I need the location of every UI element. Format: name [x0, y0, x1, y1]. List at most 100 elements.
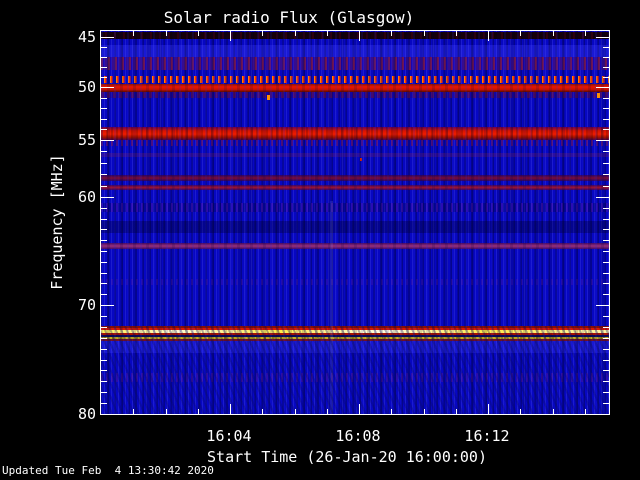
x-major-tick	[488, 404, 489, 414]
x-minor-tick	[166, 409, 167, 414]
x-minor-tick	[553, 409, 554, 414]
y-major-tick	[596, 87, 609, 88]
y-tick-label-60: 60	[0, 188, 96, 206]
y-minor-tick	[603, 403, 609, 404]
y-minor-tick	[603, 174, 609, 175]
x-minor-tick	[198, 409, 199, 414]
y-minor-tick	[101, 229, 107, 230]
x-minor-tick	[585, 409, 586, 414]
solar-radio-spectrogram-page: { "title": "Solar radio Flux (Glasgow)",…	[0, 0, 640, 480]
y-minor-tick	[603, 57, 609, 58]
y-minor-tick	[101, 240, 107, 241]
y-minor-tick	[101, 370, 107, 371]
x-minor-tick	[424, 409, 425, 414]
y-minor-tick	[603, 294, 609, 295]
x-minor-tick	[520, 31, 521, 36]
y-minor-tick	[101, 219, 107, 220]
y-minor-tick	[603, 47, 609, 48]
y-minor-tick	[603, 370, 609, 371]
x-minor-tick	[456, 409, 457, 414]
y-major-tick	[101, 37, 114, 38]
y-minor-tick	[603, 240, 609, 241]
y-minor-tick	[101, 208, 107, 209]
x-minor-tick	[424, 31, 425, 36]
x-minor-tick	[391, 31, 392, 36]
y-minor-tick	[101, 163, 107, 164]
y-minor-tick	[101, 327, 107, 328]
y-minor-tick	[603, 273, 609, 274]
x-minor-tick	[295, 31, 296, 36]
y-minor-tick	[101, 67, 107, 68]
y-major-tick	[596, 305, 609, 306]
y-major-tick	[101, 140, 114, 141]
y-minor-tick	[603, 349, 609, 350]
y-tick-label-45: 45	[0, 28, 96, 46]
y-major-tick	[101, 87, 114, 88]
y-minor-tick	[603, 77, 609, 78]
y-tick-label-80: 80	[0, 405, 96, 423]
axis-ticks-layer	[101, 31, 609, 414]
y-minor-tick	[101, 283, 107, 284]
y-minor-tick	[101, 151, 107, 152]
y-minor-tick	[603, 67, 609, 68]
y-minor-tick	[101, 47, 107, 48]
y-minor-tick	[603, 316, 609, 317]
y-major-tick	[596, 140, 609, 141]
y-minor-tick	[603, 119, 609, 120]
plot-title: Solar radio Flux (Glasgow)	[0, 8, 578, 27]
y-tick-label-50: 50	[0, 78, 96, 96]
y-minor-tick	[101, 186, 107, 187]
y-minor-tick	[101, 316, 107, 317]
y-minor-tick	[101, 174, 107, 175]
y-minor-tick	[603, 108, 609, 109]
y-minor-tick	[603, 251, 609, 252]
y-minor-tick	[603, 186, 609, 187]
y-minor-tick	[603, 392, 609, 393]
x-minor-tick	[520, 409, 521, 414]
y-minor-tick	[603, 338, 609, 339]
x-major-tick	[359, 31, 360, 41]
y-minor-tick	[101, 57, 107, 58]
x-major-tick	[230, 404, 231, 414]
y-minor-tick	[101, 392, 107, 393]
y-major-tick	[596, 414, 609, 415]
y-minor-tick	[101, 251, 107, 252]
y-minor-tick	[603, 151, 609, 152]
x-minor-tick	[327, 409, 328, 414]
y-minor-tick	[603, 262, 609, 263]
x-major-tick	[230, 31, 231, 41]
x-tick-label-16:08: 16:08	[313, 427, 403, 445]
x-minor-tick	[133, 409, 134, 414]
y-minor-tick	[603, 208, 609, 209]
x-major-tick	[359, 404, 360, 414]
y-minor-tick	[101, 294, 107, 295]
y-tick-label-55: 55	[0, 131, 96, 149]
x-minor-tick	[585, 31, 586, 36]
x-minor-tick	[198, 31, 199, 36]
y-major-tick	[101, 305, 114, 306]
y-minor-tick	[603, 229, 609, 230]
y-minor-tick	[603, 381, 609, 382]
x-minor-tick	[553, 31, 554, 36]
y-minor-tick	[101, 273, 107, 274]
y-major-tick	[101, 414, 114, 415]
x-minor-tick	[262, 409, 263, 414]
x-minor-tick	[295, 409, 296, 414]
y-major-tick	[101, 197, 114, 198]
y-minor-tick	[101, 108, 107, 109]
y-minor-tick	[603, 360, 609, 361]
x-minor-tick	[391, 409, 392, 414]
y-major-tick	[596, 197, 609, 198]
x-major-tick	[488, 31, 489, 41]
y-tick-label-70: 70	[0, 296, 96, 314]
x-tick-label-16:12: 16:12	[442, 427, 532, 445]
y-axis-label: Frequency [MHz]	[48, 154, 66, 289]
x-minor-tick	[133, 31, 134, 36]
spectrogram-plot-area	[100, 30, 610, 415]
y-minor-tick	[603, 219, 609, 220]
y-minor-tick	[603, 283, 609, 284]
y-minor-tick	[101, 77, 107, 78]
y-minor-tick	[603, 129, 609, 130]
y-minor-tick	[101, 119, 107, 120]
y-minor-tick	[101, 381, 107, 382]
